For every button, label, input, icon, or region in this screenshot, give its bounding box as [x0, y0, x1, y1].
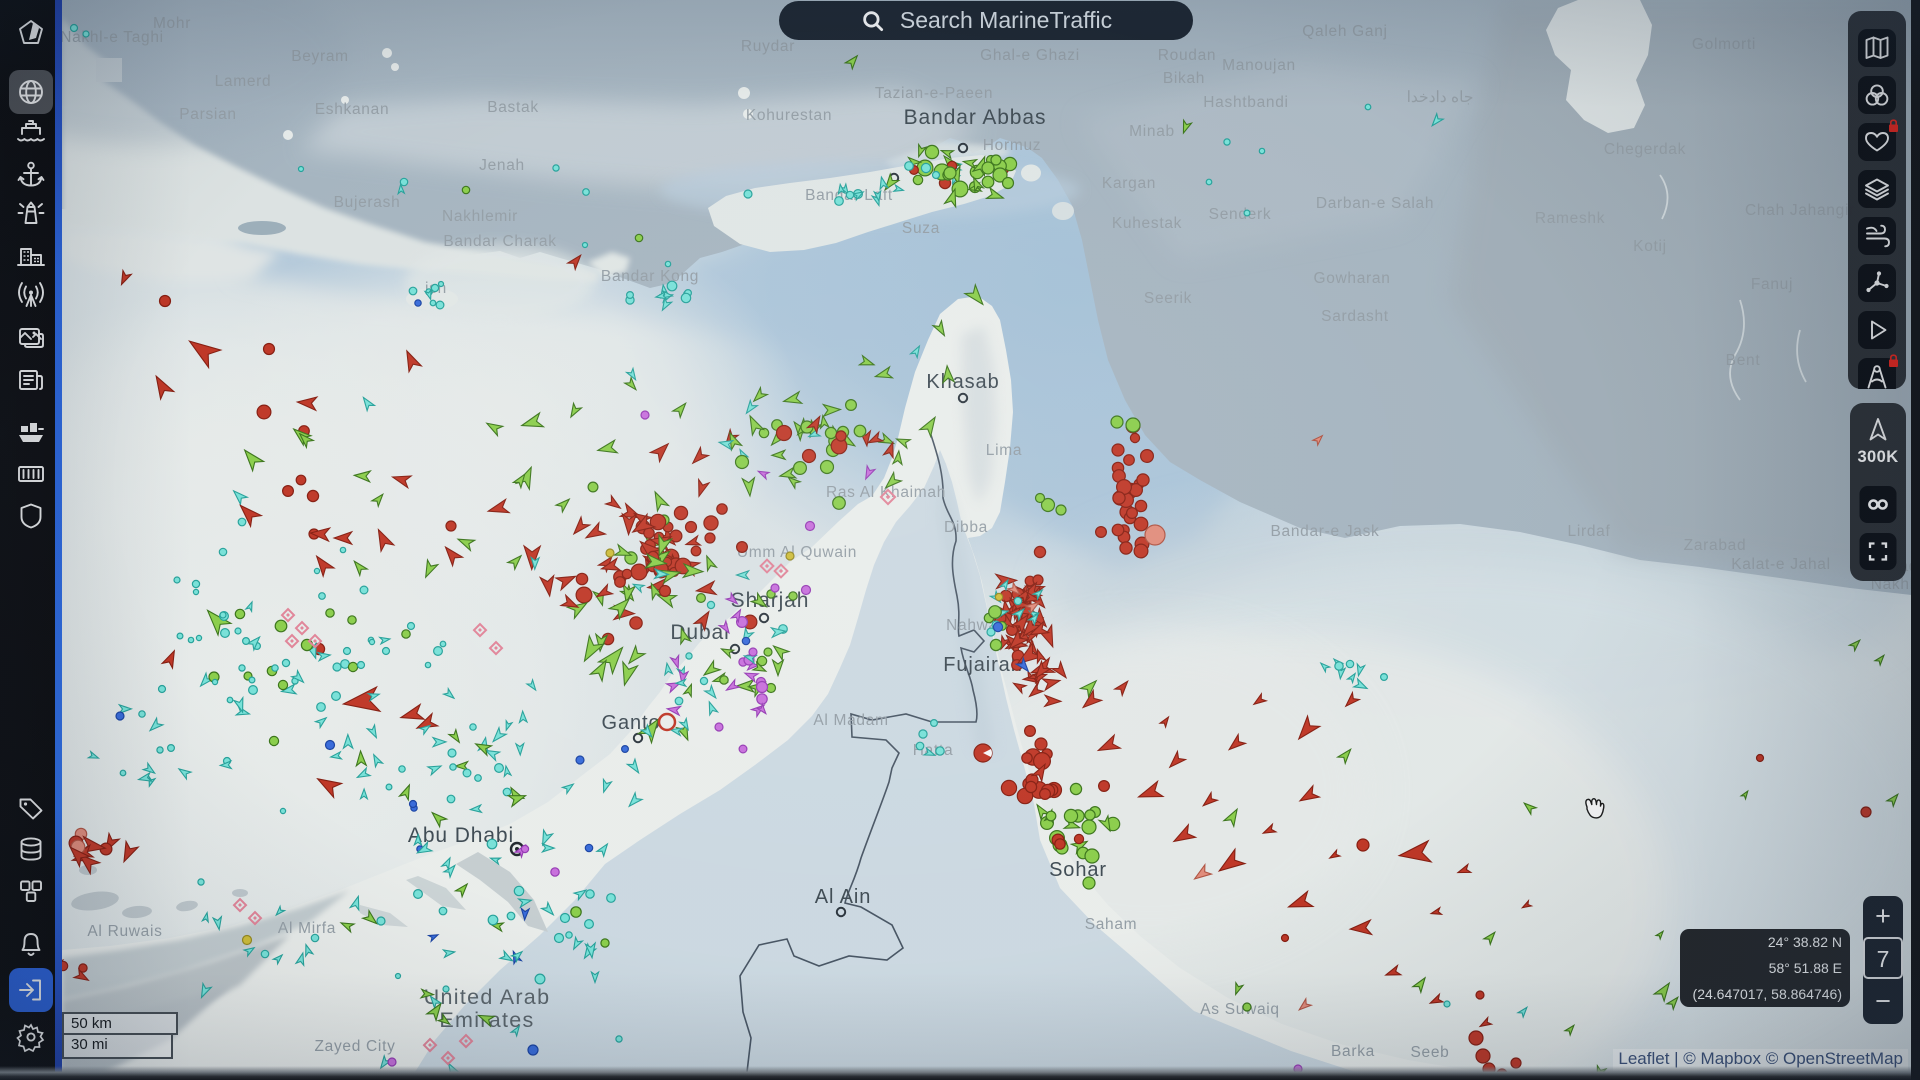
svg-text:Eshkanan: Eshkanan	[315, 101, 390, 118]
svg-text:Rameshk: Rameshk	[1535, 210, 1605, 227]
svg-text:Golmorti: Golmorti	[1692, 36, 1756, 53]
svg-text:Seerik: Seerik	[1144, 290, 1192, 307]
svg-text:Kargan: Kargan	[1102, 175, 1156, 192]
svg-text:Lima: Lima	[986, 442, 1022, 459]
svg-text:Al Ruwais: Al Ruwais	[87, 923, 162, 940]
svg-text:Sardasht: Sardasht	[1321, 308, 1389, 325]
svg-text:Tazian-e-Paeen: Tazian-e-Paeen	[875, 85, 993, 102]
svg-text:Bandar Kong: Bandar Kong	[601, 268, 699, 285]
svg-text:Zayed City: Zayed City	[314, 1038, 395, 1055]
svg-text:Beyram: Beyram	[291, 48, 349, 65]
svg-text:Parsian: Parsian	[179, 106, 236, 123]
svg-text:Darban-e Salah: Darban-e Salah	[1316, 195, 1434, 212]
svg-text:Dibba: Dibba	[944, 519, 988, 536]
svg-text:Khasab: Khasab	[926, 371, 999, 393]
svg-text:Manoujan: Manoujan	[1222, 57, 1296, 74]
svg-text:Sohar: Sohar	[1049, 859, 1107, 881]
svg-text:As Suwaiq: As Suwaiq	[1200, 1001, 1280, 1018]
svg-text:Kohurestan: Kohurestan	[746, 107, 832, 124]
svg-text:Gowharan: Gowharan	[1313, 270, 1390, 287]
svg-text:Bandar Charak: Bandar Charak	[443, 233, 556, 250]
svg-text:Fanuj: Fanuj	[1751, 276, 1793, 293]
svg-text:Barka: Barka	[1331, 1043, 1375, 1060]
svg-text:Jenah: Jenah	[479, 157, 525, 174]
svg-text:Al Madam: Al Madam	[813, 712, 888, 729]
svg-text:Bastak: Bastak	[487, 99, 539, 116]
svg-text:Fujairah: Fujairah	[943, 654, 1022, 676]
svg-text:Bandar-e Jask: Bandar-e Jask	[1270, 523, 1379, 540]
svg-text:Al Ain: Al Ain	[815, 886, 872, 908]
svg-text:Abu Dhabi: Abu Dhabi	[408, 824, 514, 847]
svg-text:Kalat-e Jahal: Kalat-e Jahal	[1731, 556, 1831, 573]
svg-text:Suza: Suza	[902, 220, 940, 237]
svg-text:Ruydar: Ruydar	[741, 38, 795, 55]
svg-text:Roudan: Roudan	[1158, 47, 1217, 64]
svg-text:Lamerd: Lamerd	[215, 73, 272, 90]
svg-text:Lirdaf: Lirdaf	[1568, 523, 1611, 540]
svg-text:Chegerdak: Chegerdak	[1604, 141, 1686, 158]
svg-text:Al Mirfa: Al Mirfa	[278, 920, 336, 937]
svg-text:Chah Jahangir: Chah Jahangir	[1745, 202, 1855, 219]
svg-text:Minab: Minab	[1129, 123, 1175, 140]
svg-text:Bujerash: Bujerash	[334, 194, 401, 211]
svg-text:Seeb: Seeb	[1411, 1044, 1450, 1061]
svg-text:Kotij: Kotij	[1633, 238, 1667, 255]
svg-text:Hashtbandi: Hashtbandi	[1203, 94, 1288, 111]
svg-text:Zarabad: Zarabad	[1684, 537, 1747, 554]
svg-text:جاه دادخدا: جاه دادخدا	[1407, 89, 1474, 106]
svg-text:Qaleh Ganj: Qaleh Ganj	[1302, 23, 1387, 40]
svg-text:Nakhlemir: Nakhlemir	[442, 208, 518, 225]
svg-text:300K: 300K	[1857, 448, 1898, 466]
svg-text:Kuhestak: Kuhestak	[1112, 215, 1182, 232]
svg-text:Senderk: Senderk	[1209, 206, 1272, 223]
svg-text:Bikah: Bikah	[1163, 70, 1205, 87]
svg-text:Umm Al Quwain: Umm Al Quwain	[737, 544, 857, 561]
svg-text:Ghal-e Ghazi: Ghal-e Ghazi	[980, 47, 1080, 64]
svg-text:Bent: Bent	[1726, 352, 1761, 369]
svg-text:Dubai: Dubai	[670, 621, 729, 644]
svg-text:Hormuz: Hormuz	[983, 137, 1041, 154]
svg-text:Saham: Saham	[1085, 916, 1138, 933]
svg-text:Bandar Abbas: Bandar Abbas	[904, 106, 1047, 129]
